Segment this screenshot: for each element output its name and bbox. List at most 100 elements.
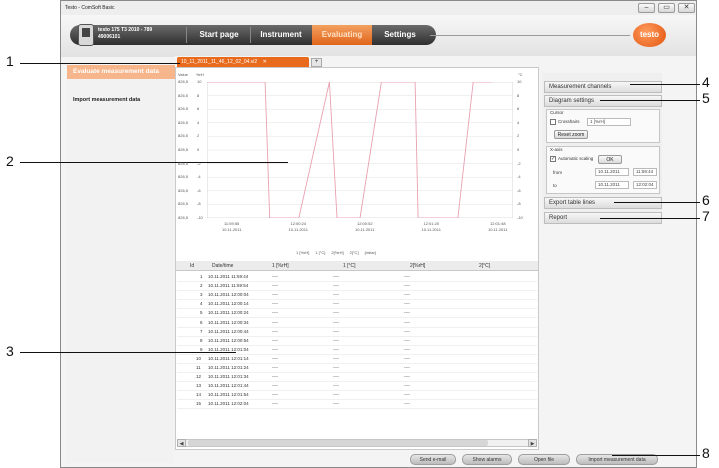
diagram-settings-label: Diagram settings <box>549 98 595 104</box>
column-header-datetime[interactable]: Date/time <box>212 263 233 269</box>
table-cell: 3 <box>200 292 203 298</box>
table-cell: ---- <box>272 283 278 289</box>
minimize-button[interactable]: – <box>638 3 655 13</box>
table-cell: 10.11.2011 12:01:14 <box>208 355 249 361</box>
from-date-field[interactable]: 10.11.2011 <box>595 168 629 176</box>
nav-start-page[interactable]: Start page <box>188 25 250 45</box>
table-cell: ---- <box>404 274 410 279</box>
right-y-tick-label: 2 <box>517 133 520 139</box>
automatic-scaling-label: Automatic scaling <box>558 156 594 161</box>
table-cell: 5 <box>200 310 203 316</box>
callout-line-5 <box>600 100 700 101</box>
nav-evaluating[interactable]: Evaluating <box>312 25 372 45</box>
table-cell: ---- <box>272 355 278 361</box>
y-tick-label: -6 <box>197 187 201 193</box>
from-time-field[interactable]: 11:59:44 <box>633 168 657 176</box>
line-chart[interactable] <box>207 82 513 218</box>
nav-import-measurement-data[interactable]: Import measurement data <box>73 97 140 103</box>
column-header-1-c[interactable]: 1 [°C] <box>343 263 356 269</box>
table-cell: ---- <box>404 346 410 352</box>
table-cell: 10.11.2011 12:00:04 <box>208 292 249 298</box>
table-cell: 15 <box>196 401 202 407</box>
table-cell: 11 <box>196 365 201 370</box>
table-cell: 4 <box>200 301 203 307</box>
crosshairs-select[interactable]: 1 [%rH] <box>587 118 631 126</box>
add-tab-button[interactable]: + <box>311 58 322 67</box>
x-tick-date: 10.11.2011 <box>288 227 308 232</box>
callout-7: 7 <box>702 208 710 224</box>
table-cell: ---- <box>404 365 410 370</box>
y-tick-label: -4 <box>197 174 201 180</box>
right-y-tick-label: -4 <box>517 174 521 180</box>
crosshairs-checkbox[interactable] <box>550 119 556 125</box>
to-time-field[interactable]: 12:02:04 <box>633 181 657 189</box>
x-tick-time: 12:01:48 <box>490 221 506 226</box>
table-cell: 1 <box>200 274 203 279</box>
open-file-button[interactable]: Open file <box>518 454 570 465</box>
y-tick-label: -2 <box>197 160 201 166</box>
ok-button[interactable]: OK <box>598 155 622 164</box>
measurement-channels-section[interactable]: Measurement channels <box>544 81 662 93</box>
outer-axis-label: Value <box>178 72 188 77</box>
callout-8: 8 <box>702 445 710 461</box>
scroll-thumb[interactable] <box>188 440 488 446</box>
table-cell: ---- <box>404 383 410 389</box>
x-tick-date: 10.11.2011 <box>222 227 242 232</box>
table-cell: ---- <box>333 401 339 407</box>
table-cell: 10.11.2011 12:01:04 <box>208 346 249 352</box>
table-cell: ---- <box>404 319 410 325</box>
diagram-settings-section[interactable]: Diagram settings <box>544 95 662 107</box>
close-icon[interactable]: ✕ <box>263 59 267 65</box>
callout-6: 6 <box>702 192 710 208</box>
column-header-2-c[interactable]: 2[°C] <box>479 263 490 269</box>
scroll-right-arrow[interactable]: ▶ <box>528 439 537 447</box>
table-cell: ---- <box>404 401 410 407</box>
nav-instrument[interactable]: Instrument <box>251 25 311 45</box>
x-tick-date: 10.11.2011 <box>488 227 508 232</box>
x-tick-date: 10.11.2011 <box>421 227 441 232</box>
callout-line-1 <box>20 63 180 64</box>
right-y-tick-label: -2 <box>517 160 521 166</box>
table-cell: 10 <box>196 355 202 361</box>
report-label: Report <box>549 215 568 221</box>
scroll-left-arrow[interactable]: ◀ <box>177 439 186 447</box>
to-label: to <box>553 183 557 188</box>
y-tick-label: 6 <box>197 106 200 112</box>
to-date-field[interactable]: 10.11.2011 <box>595 181 629 189</box>
outer-y-tick-label: 826,5 <box>178 187 189 193</box>
automatic-scaling-checkbox[interactable]: ✓ <box>550 156 556 162</box>
tab-file[interactable]: 10_11_2011_11_46_12_02_04.vi2 ✕ <box>177 57 309 67</box>
outer-y-tick-label: 826,5 <box>178 92 189 98</box>
export-table-lines-section[interactable]: Export table lines <box>544 197 662 209</box>
table-cell: 9 <box>200 346 203 352</box>
legend-item: 1 [°C] <box>315 250 326 255</box>
reset-zoom-button[interactable]: Reset zoom <box>554 130 588 139</box>
column-header-id[interactable]: Id <box>190 263 194 269</box>
table-cell: ---- <box>404 392 410 398</box>
column-header-2-rh[interactable]: 2[%rH] <box>410 263 425 269</box>
table-cell: 14 <box>196 392 202 398</box>
measurement-channels-label: Measurement channels <box>549 84 612 90</box>
table-cell: ---- <box>404 283 410 289</box>
nav-separator <box>186 27 187 43</box>
table-cell: 10.11.2011 12:02:04 <box>208 401 249 407</box>
x-tick-time: 12:01:20 <box>423 221 440 226</box>
callout-3: 3 <box>6 343 14 359</box>
close-button[interactable]: ✕ <box>678 3 695 13</box>
x-axis-label: X-axis <box>550 147 563 152</box>
table-cell: ---- <box>272 383 278 389</box>
maximize-button[interactable]: ▭ <box>658 3 675 13</box>
device-name: testo 175 T3 2010 - 789 <box>98 27 153 33</box>
nav-evaluate-measurement-data[interactable]: Evaluate measurement data <box>67 65 175 79</box>
table-cell: ---- <box>272 346 278 352</box>
table-cell: 10.11.2011 12:00:34 <box>208 319 249 325</box>
nav-settings[interactable]: Settings <box>373 25 427 45</box>
table-cell: ---- <box>333 310 339 316</box>
send-email-button[interactable]: Send e-mail <box>410 454 456 465</box>
x-tick-time: 11:59:55 <box>224 221 240 226</box>
table-cell: ---- <box>404 310 410 316</box>
header-line <box>430 35 630 36</box>
device-serial: 49006101 <box>98 34 121 40</box>
show-alarms-button[interactable]: Show alarms <box>462 454 512 465</box>
column-header-1-rh[interactable]: 1 [%rH] <box>272 263 289 269</box>
